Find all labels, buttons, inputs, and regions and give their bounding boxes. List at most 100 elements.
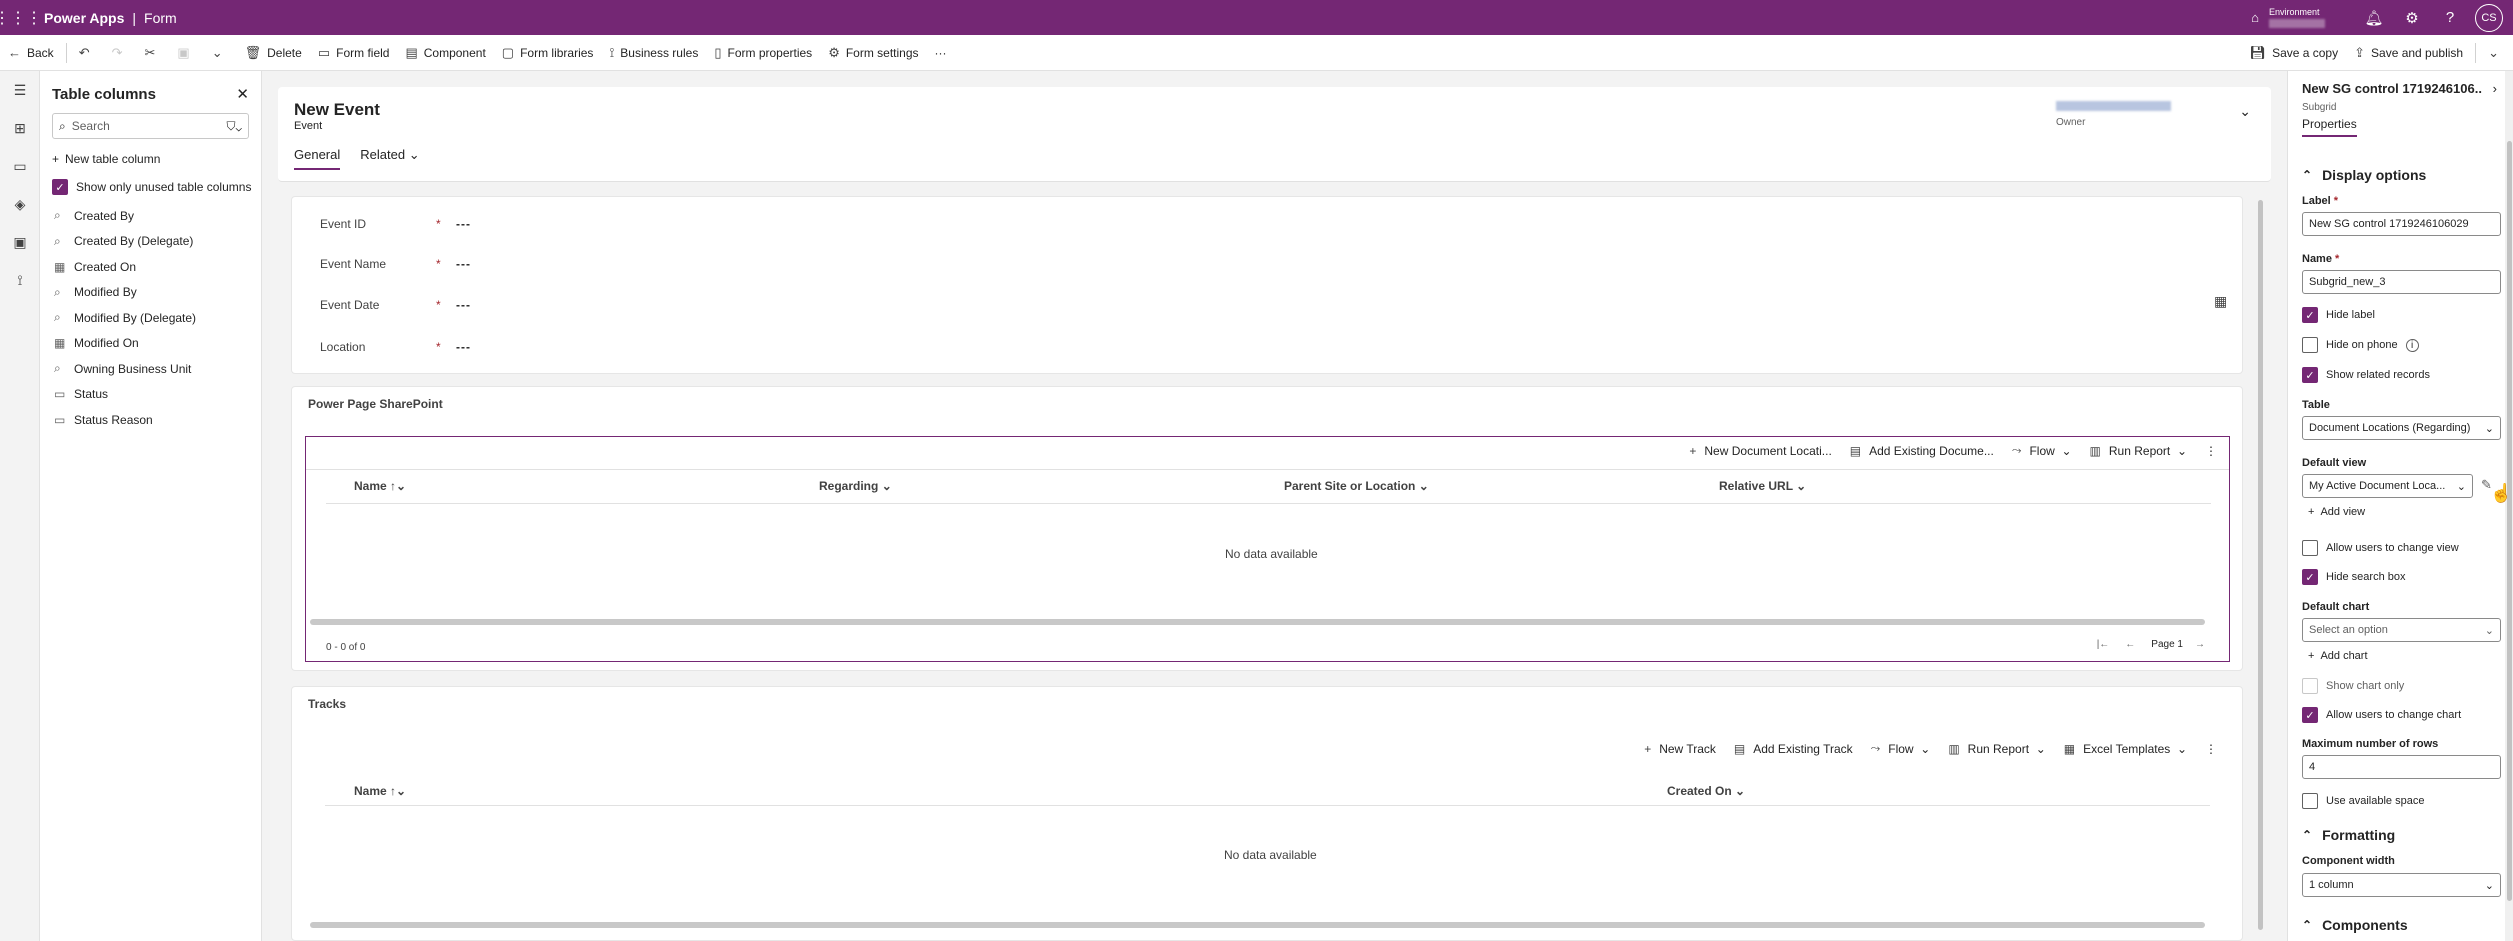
add-chart-button[interactable]: + Add chart [2308, 650, 2368, 662]
business-rules-rail-icon[interactable]: ⟟ [0, 261, 40, 299]
component-button[interactable]: ▤ Component [397, 35, 493, 71]
new-track-button[interactable]: + New Track [1644, 742, 1716, 756]
search-input[interactable]: ⌕ Search ⛉⌄ [52, 113, 249, 139]
list-item[interactable]: ▦ Created On [40, 254, 261, 280]
filter-icon[interactable]: ⛉⌄ [227, 119, 242, 134]
scrollbar-thumb[interactable] [2507, 141, 2512, 901]
redo-button[interactable]: ↷ [104, 35, 137, 71]
owner-field[interactable]: Owner [2056, 101, 2171, 128]
display-options-header[interactable]: ⌃ Display options [2302, 167, 2426, 183]
app-launcher-icon[interactable]: ⋮⋮⋮ [0, 0, 42, 35]
more-vertical-icon[interactable]: ⋮ [2205, 444, 2217, 458]
info-icon[interactable]: i [2405, 338, 2419, 352]
checkbox-checked[interactable]: ✓ [2302, 707, 2318, 723]
horizontal-scrollbar[interactable] [310, 619, 2205, 625]
show-chart-only-checkbox[interactable]: Show chart only [2302, 678, 2404, 694]
formatting-header[interactable]: ⌃ Formatting [2302, 827, 2395, 843]
flow-button[interactable]: ⤳ Flow ⌄ [2012, 443, 2072, 458]
list-item[interactable]: ▦ Modified On [40, 331, 261, 357]
label-input[interactable]: New SG control 1719246106029 [2302, 212, 2501, 236]
save-copy-button[interactable]: 💾︎ Save a copy [2242, 35, 2347, 71]
checkbox-checked[interactable]: ✓ [2302, 307, 2318, 323]
column-header-parent-site[interactable]: Parent Site or Location ⌄ [1284, 479, 1429, 493]
list-item[interactable]: ⌕ Created By (Delegate) [40, 229, 261, 255]
layers-icon[interactable]: ◈ [0, 185, 40, 223]
chevron-down-icon[interactable]: ⌄ [2239, 103, 2251, 120]
scrollbar-thumb[interactable] [2258, 200, 2263, 930]
field-location[interactable]: Location * --- [320, 340, 471, 354]
close-icon[interactable]: ✕ [236, 85, 249, 103]
tab-general[interactable]: General [294, 147, 341, 170]
list-item[interactable]: ▭ Status Reason [40, 407, 261, 433]
add-existing-track-button[interactable]: ▤ Add Existing Track [1734, 742, 1853, 756]
business-rules-button[interactable]: ⟟ Business rules [601, 35, 706, 71]
properties-scrollbar[interactable] [2505, 71, 2513, 941]
add-existing-document-button[interactable]: ▤ Add Existing Docume... [1850, 444, 1994, 458]
form-libraries-button[interactable]: ▢ Form libraries [494, 35, 602, 71]
more-commands-button[interactable]: ··· [927, 35, 955, 71]
list-item[interactable]: ⌕ Created By [40, 203, 261, 229]
name-input[interactable]: Subgrid_new_3 [2302, 270, 2501, 294]
run-report-button[interactable]: ▥ Run Report ⌄ [1948, 742, 2045, 756]
tracks-section[interactable]: Tracks + New Track ▤ Add Existing Track ⤳ F… [291, 686, 2243, 941]
column-header-regarding[interactable]: Regarding ⌄ [819, 479, 892, 493]
tab-properties[interactable]: Properties [2302, 117, 2357, 137]
bell-icon[interactable]: 🔔︎ [2355, 9, 2393, 27]
checkbox-unchecked[interactable] [2302, 793, 2318, 809]
cut-button[interactable]: ✂ [137, 35, 170, 71]
table-select[interactable]: Document Locations (Regarding) ⌄ [2302, 416, 2501, 440]
calendar-icon[interactable]: ▦ [2214, 293, 2227, 310]
default-chart-select[interactable]: Select an option ⌄ [2302, 618, 2501, 642]
form-settings-button[interactable]: ⚙ Form settings [820, 35, 926, 71]
checkbox-unchecked[interactable] [2302, 337, 2318, 353]
table-columns-icon[interactable]: ▭ [0, 147, 40, 185]
app-name[interactable]: Power Apps [44, 10, 124, 26]
hide-search-checkbox[interactable]: ✓ Hide search box [2302, 569, 2406, 585]
component-width-select[interactable]: 1 column ⌄ [2302, 873, 2501, 897]
use-available-space-checkbox[interactable]: Use available space [2302, 793, 2424, 809]
checkbox-disabled[interactable] [2302, 678, 2318, 694]
help-icon[interactable]: ? [2431, 9, 2469, 26]
list-item[interactable]: ▭ Status [40, 382, 261, 408]
horizontal-scrollbar[interactable] [310, 922, 2205, 928]
allow-change-view-checkbox[interactable]: Allow users to change view [2302, 540, 2459, 556]
form-properties-button[interactable]: ▯ Form properties [706, 35, 820, 71]
default-view-select[interactable]: My Active Document Loca... ⌄ [2302, 474, 2473, 498]
form-libraries-rail-icon[interactable]: ▣ [0, 223, 40, 261]
back-button[interactable]: ← Back [0, 35, 62, 71]
show-unused-toggle[interactable]: ✓ Show only unused table columns [52, 175, 261, 199]
save-publish-button[interactable]: ⇪ Save and publish [2346, 35, 2471, 71]
canvas-scrollbar[interactable] [2258, 192, 2266, 937]
run-report-button[interactable]: ▥ Run Report ⌄ [2090, 444, 2187, 458]
excel-templates-button[interactable]: ▦ Excel Templates ⌄ [2064, 742, 2187, 756]
column-header-name[interactable]: Name ↑⌄ [354, 479, 406, 493]
checkbox-unchecked[interactable] [2302, 540, 2318, 556]
flow-button[interactable]: ⤳ Flow ⌄ [1871, 741, 1931, 756]
environment-picker[interactable]: Environment [2269, 7, 2325, 28]
allow-change-chart-checkbox[interactable]: ✓ Allow users to change chart [2302, 707, 2461, 723]
field-event-date[interactable]: Event Date * --- [320, 298, 471, 312]
checkbox-checked[interactable]: ✓ [52, 179, 68, 195]
next-page-icon[interactable]: → [2195, 639, 2205, 650]
previous-page-icon[interactable]: ← [2125, 639, 2135, 650]
undo-button[interactable]: ↶ [71, 35, 104, 71]
column-header-relative-url[interactable]: Relative URL ⌄ [1719, 479, 1806, 493]
new-document-location-button[interactable]: + New Document Locati... [1689, 444, 1831, 458]
sharepoint-section[interactable]: Power Page SharePoint + New Document Loca… [291, 386, 2243, 671]
max-rows-input[interactable]: 4 [2302, 755, 2501, 779]
list-item[interactable]: ⌕ Modified By [40, 280, 261, 306]
hide-label-checkbox[interactable]: ✓ Hide label [2302, 307, 2375, 323]
more-vertical-icon[interactable]: ⋮ [2205, 742, 2217, 756]
components-header[interactable]: ⌃ Components [2302, 917, 2408, 933]
paste-button[interactable]: ▣ [169, 35, 203, 71]
checkbox-checked[interactable]: ✓ [2302, 569, 2318, 585]
chevron-right-icon[interactable]: › [2493, 81, 2497, 96]
hide-on-phone-checkbox[interactable]: Hide on phone i [2302, 337, 2419, 353]
components-icon[interactable]: ⊞ [0, 109, 40, 147]
hamburger-icon[interactable]: ☰ [0, 71, 40, 109]
field-event-name[interactable]: Event Name * --- [320, 257, 471, 271]
tab-related[interactable]: Related ⌄ [360, 147, 419, 170]
paste-dropdown[interactable]: ⌄ [204, 35, 237, 71]
column-header-name[interactable]: Name ↑⌄ [354, 784, 406, 798]
general-section[interactable]: Event ID * --- Event Name * --- Event Date * -… [291, 196, 2243, 374]
